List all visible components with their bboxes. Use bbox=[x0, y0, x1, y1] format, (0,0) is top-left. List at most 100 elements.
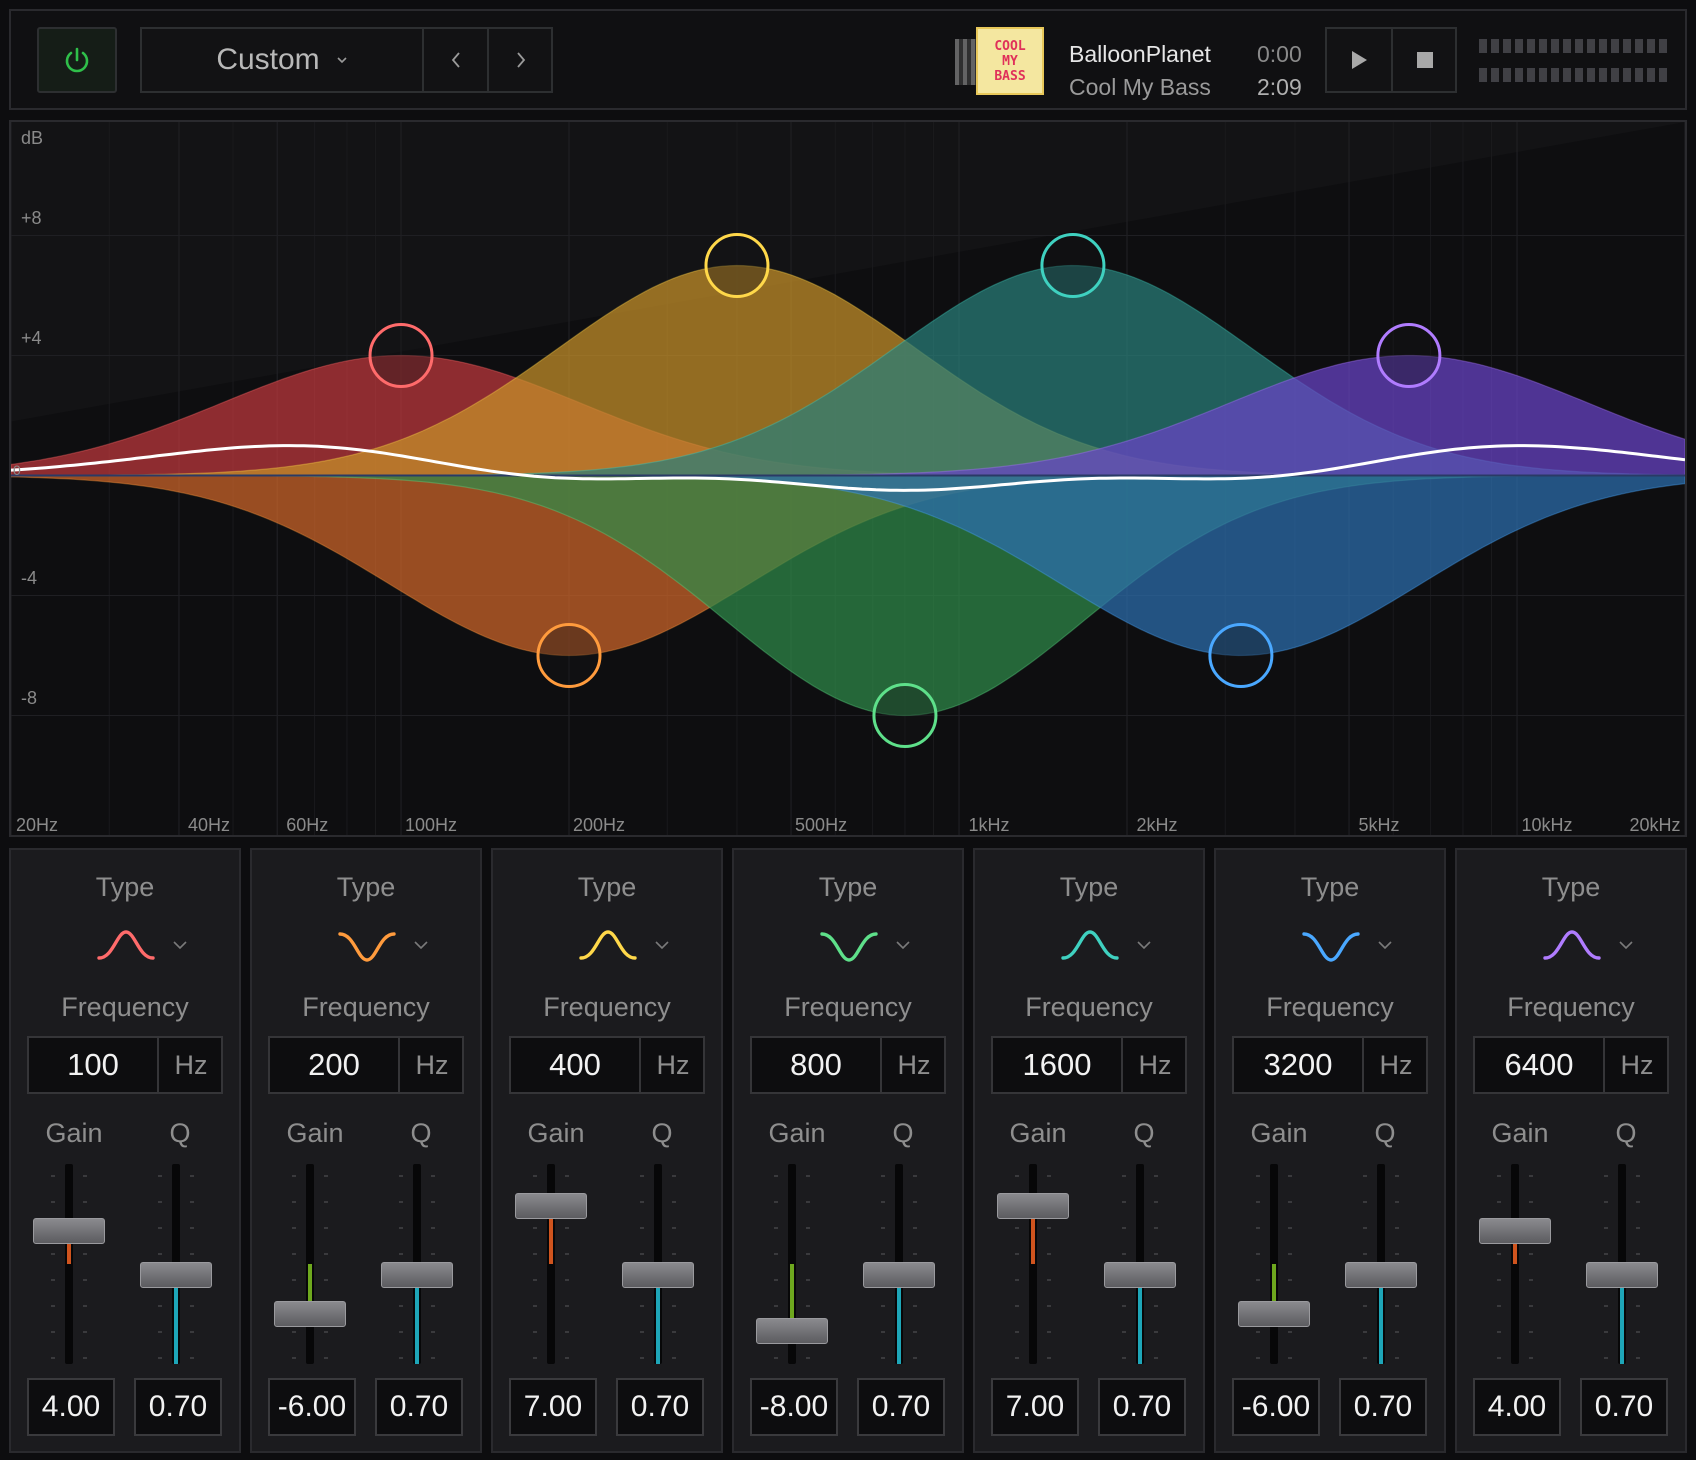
meter-segment bbox=[1575, 39, 1583, 53]
gain-input[interactable]: 7.00 bbox=[991, 1378, 1079, 1436]
gain-slider-thumb[interactable] bbox=[515, 1192, 587, 1219]
filter-peak-icon[interactable] bbox=[577, 926, 639, 966]
db-tick-label: +8 bbox=[21, 207, 42, 228]
q-slider-thumb[interactable] bbox=[140, 1262, 212, 1288]
gain-input[interactable]: -8.00 bbox=[750, 1378, 838, 1436]
type-label: Type bbox=[818, 872, 878, 902]
band-handle-6[interactable] bbox=[1208, 623, 1274, 688]
gain-label: Gain bbox=[768, 1118, 826, 1148]
gain-slider-track[interactable] bbox=[1511, 1164, 1519, 1364]
q-input[interactable]: 0.70 bbox=[1580, 1378, 1668, 1436]
next-preset-button[interactable] bbox=[487, 29, 553, 91]
power-icon bbox=[65, 47, 89, 73]
frequency-tick-label: 60Hz bbox=[286, 815, 329, 835]
gain-slider-thumb[interactable] bbox=[33, 1217, 105, 1244]
filter-notch-icon[interactable] bbox=[336, 926, 398, 966]
play-button[interactable] bbox=[1327, 29, 1393, 91]
gain-slider-thumb[interactable] bbox=[756, 1317, 828, 1344]
band-handle-7[interactable] bbox=[1376, 323, 1442, 388]
gain-input[interactable]: 4.00 bbox=[1473, 1378, 1561, 1436]
q-slider-thumb[interactable] bbox=[622, 1262, 694, 1288]
q-slider-fill bbox=[174, 1275, 178, 1364]
meter-segment bbox=[1623, 39, 1631, 53]
frequency-unit: Hz bbox=[1138, 1049, 1172, 1080]
eq-graph[interactable]: dB +8 +4 -4 -8 0 20Hz 40Hz 60Hz 100Hz 200Hz 500Hz… bbox=[9, 120, 1687, 837]
chevron-down-icon[interactable] bbox=[412, 938, 430, 952]
gain-slider-thumb[interactable] bbox=[274, 1301, 346, 1327]
band-handle-5[interactable] bbox=[1040, 233, 1106, 298]
chevron-down-icon[interactable] bbox=[1135, 938, 1153, 952]
q-slider-thumb[interactable] bbox=[863, 1262, 935, 1288]
band-handle-1[interactable] bbox=[368, 323, 434, 388]
band-handle-3[interactable] bbox=[704, 233, 770, 298]
previous-preset-button[interactable] bbox=[422, 29, 488, 91]
gain-slider-thumb[interactable] bbox=[1238, 1301, 1310, 1327]
q-input[interactable]: 0.70 bbox=[134, 1378, 222, 1436]
frequency-tick-label: 100Hz bbox=[405, 815, 458, 835]
chevron-down-icon[interactable] bbox=[653, 938, 671, 952]
type-label: Type bbox=[1541, 872, 1601, 902]
gain-label: Gain bbox=[286, 1118, 344, 1148]
gain-slider-thumb[interactable] bbox=[997, 1192, 1069, 1219]
frequency-unit: Hz bbox=[174, 1049, 208, 1080]
stop-button[interactable] bbox=[1393, 29, 1457, 91]
gain-slider-thumb[interactable] bbox=[1479, 1217, 1551, 1244]
frequency-input[interactable]: 200 bbox=[270, 1038, 400, 1092]
chevron-down-icon[interactable] bbox=[1376, 938, 1394, 952]
band-handle-2[interactable] bbox=[536, 623, 602, 688]
frequency-input[interactable]: 6400 bbox=[1475, 1038, 1605, 1092]
power-button[interactable] bbox=[37, 27, 117, 93]
gain-input[interactable]: 7.00 bbox=[509, 1378, 597, 1436]
filter-peak-icon[interactable] bbox=[95, 926, 157, 966]
db-tick-label: 0 bbox=[13, 461, 21, 478]
frequency-input[interactable]: 100 bbox=[29, 1038, 159, 1092]
filter-peak-icon[interactable] bbox=[1541, 926, 1603, 966]
stop-icon bbox=[1417, 52, 1433, 68]
q-slider-thumb[interactable] bbox=[381, 1262, 453, 1288]
band-strip-4: Type Frequency 800 Hz Gain Q -8.00 0.70 bbox=[732, 848, 964, 1453]
track-name: Cool My Bass bbox=[1069, 74, 1211, 100]
meter-segment bbox=[1539, 39, 1547, 53]
q-input[interactable]: 0.70 bbox=[616, 1378, 704, 1436]
meter-segment bbox=[1479, 68, 1487, 82]
gain-slider-track[interactable] bbox=[65, 1164, 73, 1364]
band-strip-7: Type Frequency 6400 Hz Gain Q 4.00 0.70 bbox=[1455, 848, 1687, 1453]
q-input[interactable]: 0.70 bbox=[857, 1378, 945, 1436]
preset-selector: Custom bbox=[140, 27, 553, 93]
q-slider-fill bbox=[1620, 1275, 1624, 1364]
eq-curve-canvas[interactable] bbox=[11, 122, 1685, 835]
frequency-unit: Hz bbox=[1620, 1049, 1654, 1080]
meter-segment bbox=[1479, 39, 1487, 53]
q-input[interactable]: 0.70 bbox=[375, 1378, 463, 1436]
band-handle-4[interactable] bbox=[872, 683, 938, 748]
gain-input[interactable]: 4.00 bbox=[27, 1378, 115, 1436]
album-art: COOL MY BASS bbox=[976, 27, 1044, 95]
q-slider-fill bbox=[1138, 1275, 1142, 1364]
chevron-down-icon[interactable] bbox=[1617, 938, 1635, 952]
frequency-unit: Hz bbox=[1379, 1049, 1413, 1080]
album-art-stack bbox=[955, 39, 977, 85]
frequency-input[interactable]: 3200 bbox=[1234, 1038, 1364, 1092]
q-slider-thumb[interactable] bbox=[1586, 1262, 1658, 1288]
album-art-text-3: BASS bbox=[994, 68, 1026, 84]
filter-peak-icon[interactable] bbox=[1059, 926, 1121, 966]
frequency-input[interactable]: 1600 bbox=[993, 1038, 1123, 1092]
meter-segment bbox=[1503, 68, 1511, 82]
q-slider-thumb[interactable] bbox=[1104, 1262, 1176, 1288]
preset-dropdown[interactable]: Custom bbox=[142, 29, 422, 91]
frequency-input[interactable]: 800 bbox=[752, 1038, 882, 1092]
meter-segment bbox=[1551, 68, 1559, 82]
q-input[interactable]: 0.70 bbox=[1339, 1378, 1427, 1436]
level-meter-left bbox=[1479, 39, 1671, 53]
frequency-input[interactable]: 400 bbox=[511, 1038, 641, 1092]
filter-notch-icon[interactable] bbox=[818, 926, 880, 966]
filter-notch-icon[interactable] bbox=[1300, 926, 1362, 966]
frequency-label: Frequency bbox=[1025, 992, 1153, 1022]
chevron-down-icon[interactable] bbox=[894, 938, 912, 952]
gain-input[interactable]: -6.00 bbox=[268, 1378, 356, 1436]
type-label: Type bbox=[1059, 872, 1119, 902]
gain-input[interactable]: -6.00 bbox=[1232, 1378, 1320, 1436]
chevron-down-icon[interactable] bbox=[171, 938, 189, 952]
q-input[interactable]: 0.70 bbox=[1098, 1378, 1186, 1436]
q-slider-thumb[interactable] bbox=[1345, 1262, 1417, 1288]
